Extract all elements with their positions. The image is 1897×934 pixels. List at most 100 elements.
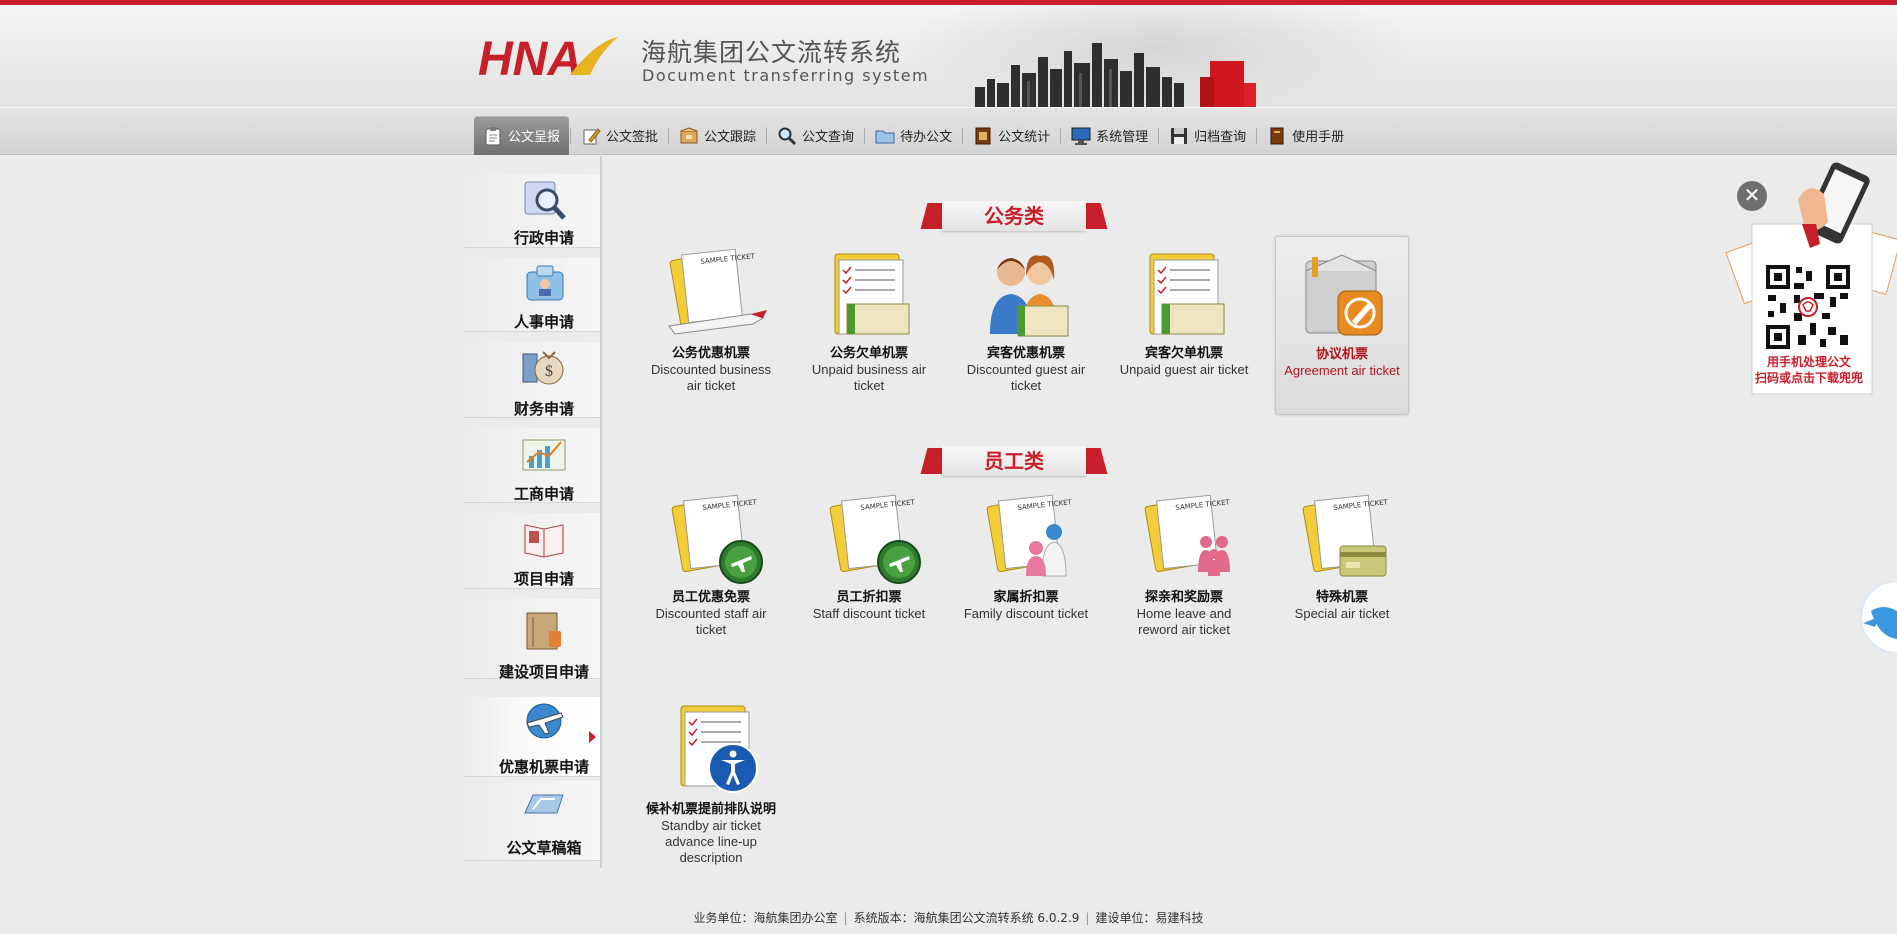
close-icon[interactable]: ✕ bbox=[1737, 181, 1767, 211]
qr-caption: 用手机处理公文 扫码或点击下载兜兜 bbox=[1752, 354, 1866, 386]
sidebar-item-discount-air-ticket[interactable]: 优惠机票申请 bbox=[464, 697, 600, 777]
nav-tab-document-approve[interactable]: 公文签批 bbox=[572, 116, 667, 155]
tile-title: 员工折扣票 bbox=[836, 590, 902, 605]
nav-tab-document-statistics[interactable]: 公文统计 bbox=[964, 116, 1059, 155]
sidebar-item-business[interactable]: 工商申请 bbox=[464, 428, 600, 503]
staff-ticket-badge-icon: SAMPLE TICKET bbox=[671, 494, 763, 584]
footer-version: 系统版本：海航集团公文流转系统 6.0.2.9 bbox=[853, 911, 1080, 925]
qr-caption-line2[interactable]: 扫码或点击下载兜兜 bbox=[1752, 370, 1866, 386]
sidebar-item-construction-project[interactable]: 建设项目申请 bbox=[464, 599, 600, 681]
sidebar-item-label: 优惠机票申请 bbox=[498, 758, 589, 776]
nav-tab-document-query[interactable]: 公文查询 bbox=[768, 116, 863, 155]
tile-subtitle: Family discount ticket bbox=[963, 606, 1089, 621]
pen-paper-icon bbox=[583, 127, 601, 144]
footer-business-unit: 业务单位：海航集团办公室 bbox=[693, 911, 838, 925]
nav-divider bbox=[1060, 127, 1062, 144]
tile-subtitle: Home leave and reword air ticket bbox=[1136, 606, 1232, 637]
nav-divider bbox=[668, 127, 670, 144]
tile-title: 员工优惠免票 bbox=[671, 590, 750, 605]
tile-title: 候补机票提前排队说明 bbox=[645, 802, 776, 817]
sidebar-item-label: 行政申请 bbox=[513, 229, 574, 247]
tile-standby-ticket-description[interactable]: 候补机票提前排队说明 Standby air ticket advance li… bbox=[644, 702, 778, 866]
nav-tab-archive-query[interactable]: 归档查询 bbox=[1160, 116, 1255, 155]
folder-icon bbox=[875, 130, 895, 143]
footer-divider: | bbox=[843, 911, 848, 925]
tile-subtitle: Discounted business air ticket bbox=[651, 362, 771, 393]
nav-tab-document-submit[interactable]: 公文呈报 bbox=[474, 116, 570, 155]
sidebar-item-label: 工商申请 bbox=[513, 485, 574, 503]
sidebar-item-label: 人事申请 bbox=[513, 313, 574, 331]
footer-divider: | bbox=[1085, 911, 1090, 925]
tile-special-ticket[interactable]: SAMPLE TICKET 特殊机票 Special air ticket bbox=[1275, 492, 1409, 622]
nav-tab-system-management[interactable]: 系统管理 bbox=[1062, 116, 1157, 155]
nav-label: 使用手册 bbox=[1292, 130, 1345, 145]
section-label: 员工类 bbox=[942, 446, 1086, 476]
main-navigation: 公文呈报 公文签批 公文跟踪 公文查询 待办公文 公文统计 系统管理 归档查询 … bbox=[0, 107, 1897, 155]
home-leave-ticket-icon: SAMPLE TICKET bbox=[1144, 494, 1231, 576]
nav-label: 公文统计 bbox=[998, 130, 1051, 145]
active-arrow-indicator bbox=[589, 731, 596, 743]
family-ticket-icon: SAMPLE TICKET bbox=[986, 494, 1073, 577]
section-title-official: 公务类 bbox=[920, 201, 1108, 231]
svg-text:HNA: HNA bbox=[478, 33, 582, 85]
tile-title: 探亲和奖励票 bbox=[1144, 590, 1223, 605]
tile-discounted-staff-ticket[interactable]: SAMPLE TICKET 员工优惠免票 Discounted staff ai… bbox=[644, 492, 778, 638]
nav-divider bbox=[962, 127, 964, 144]
box-icon bbox=[680, 126, 698, 143]
project-book-icon bbox=[524, 524, 564, 558]
special-ticket-card-icon: SAMPLE TICKET bbox=[1302, 494, 1389, 577]
agreement-pen-icon bbox=[1305, 254, 1383, 336]
draft-box-icon bbox=[524, 794, 564, 814]
sidebar-item-personnel[interactable]: 人事申请 bbox=[464, 258, 600, 332]
tile-unpaid-guest-ticket[interactable]: 宾客欠单机票 Unpaid guest air ticket bbox=[1117, 246, 1251, 378]
nav-label: 公文跟踪 bbox=[704, 130, 757, 145]
nav-label: 公文查询 bbox=[802, 130, 855, 145]
nav-label: 公文呈报 bbox=[508, 130, 561, 145]
personnel-icon bbox=[526, 265, 564, 301]
sidebar-item-label: 项目申请 bbox=[513, 570, 574, 588]
sidebar-item-project[interactable]: 项目申请 bbox=[464, 513, 600, 589]
qr-caption-line1: 用手机处理公文 bbox=[1766, 355, 1851, 369]
nav-label: 公文签批 bbox=[606, 130, 659, 145]
system-title: 海航集团公文流转系统 bbox=[641, 38, 902, 67]
footer-builder: 建设单位：易建科技 bbox=[1095, 911, 1204, 925]
city-skyline-decoration bbox=[975, 43, 1256, 107]
tile-title: 协议机票 bbox=[1315, 347, 1368, 362]
footer: 业务单位：海航集团办公室 | 系统版本：海航集团公文流转系统 6.0.2.9 | 建设单… bbox=[0, 909, 1897, 926]
nav-tab-pending-documents[interactable]: 待办公文 bbox=[866, 116, 961, 155]
floating-bird-widget[interactable] bbox=[1849, 581, 1897, 653]
tile-title: 公务欠单机票 bbox=[829, 346, 908, 361]
tile-subtitle: Unpaid business air ticket bbox=[811, 362, 927, 393]
nav-tab-user-manual[interactable]: 使用手册 bbox=[1258, 116, 1353, 155]
tile-staff-discount-ticket[interactable]: SAMPLE TICKET 员工折扣票 Staff discount ticke… bbox=[802, 492, 936, 622]
sidebar-item-label: 建设项目申请 bbox=[498, 663, 589, 681]
qr-code[interactable] bbox=[1764, 263, 1852, 351]
nav-divider bbox=[766, 127, 768, 144]
airplane-icon bbox=[526, 703, 564, 739]
money-bag-icon: $ bbox=[522, 351, 564, 385]
staff-ticket-badge-icon: SAMPLE TICKET bbox=[829, 494, 921, 584]
tile-family-discount-ticket[interactable]: SAMPLE TICKET 家属折扣票 Family discount tick… bbox=[959, 492, 1093, 622]
sidebar-item-draft-box[interactable]: 公文草稿箱 bbox=[464, 781, 600, 861]
tile-subtitle: Agreement air ticket bbox=[1284, 363, 1400, 378]
guests-icon bbox=[990, 255, 1069, 337]
sidebar-item-finance[interactable]: $ 财务申请 bbox=[464, 342, 600, 418]
tile-home-leave-reward-ticket[interactable]: SAMPLE TICKET 探亲和奖励票 Home leave and rewo… bbox=[1117, 492, 1251, 638]
tile-title: 宾客欠单机票 bbox=[1144, 346, 1223, 361]
tile-subtitle: Unpaid guest air ticket bbox=[1119, 362, 1249, 377]
sidebar-item-administrative[interactable]: 行政申请 bbox=[464, 174, 600, 248]
tile-title: 家属折扣票 bbox=[993, 590, 1059, 605]
admin-search-icon bbox=[524, 181, 566, 220]
tile-unpaid-business-ticket[interactable]: 公务欠单机票 Unpaid business air ticket bbox=[802, 246, 936, 394]
tile-agreement-ticket[interactable]: 协议机票 Agreement air ticket bbox=[1275, 236, 1409, 415]
sidebar-item-label: 财务申请 bbox=[513, 400, 574, 418]
tile-discounted-business-ticket[interactable]: SAMPLE TICKET 公务优惠机票 Discounted business… bbox=[644, 246, 778, 394]
section-title-staff: 员工类 bbox=[920, 446, 1108, 476]
svg-text:$: $ bbox=[545, 363, 553, 380]
nav-label: 归档查询 bbox=[1194, 130, 1247, 145]
nav-divider bbox=[570, 127, 572, 144]
nav-tab-document-tracking[interactable]: 公文跟踪 bbox=[670, 116, 765, 155]
tile-discounted-guest-ticket[interactable]: 宾客优惠机票 Discounted guest air ticket bbox=[959, 246, 1093, 394]
hna-logo: HNA bbox=[478, 33, 618, 85]
system-subtitle: Document transferring system bbox=[642, 66, 930, 85]
